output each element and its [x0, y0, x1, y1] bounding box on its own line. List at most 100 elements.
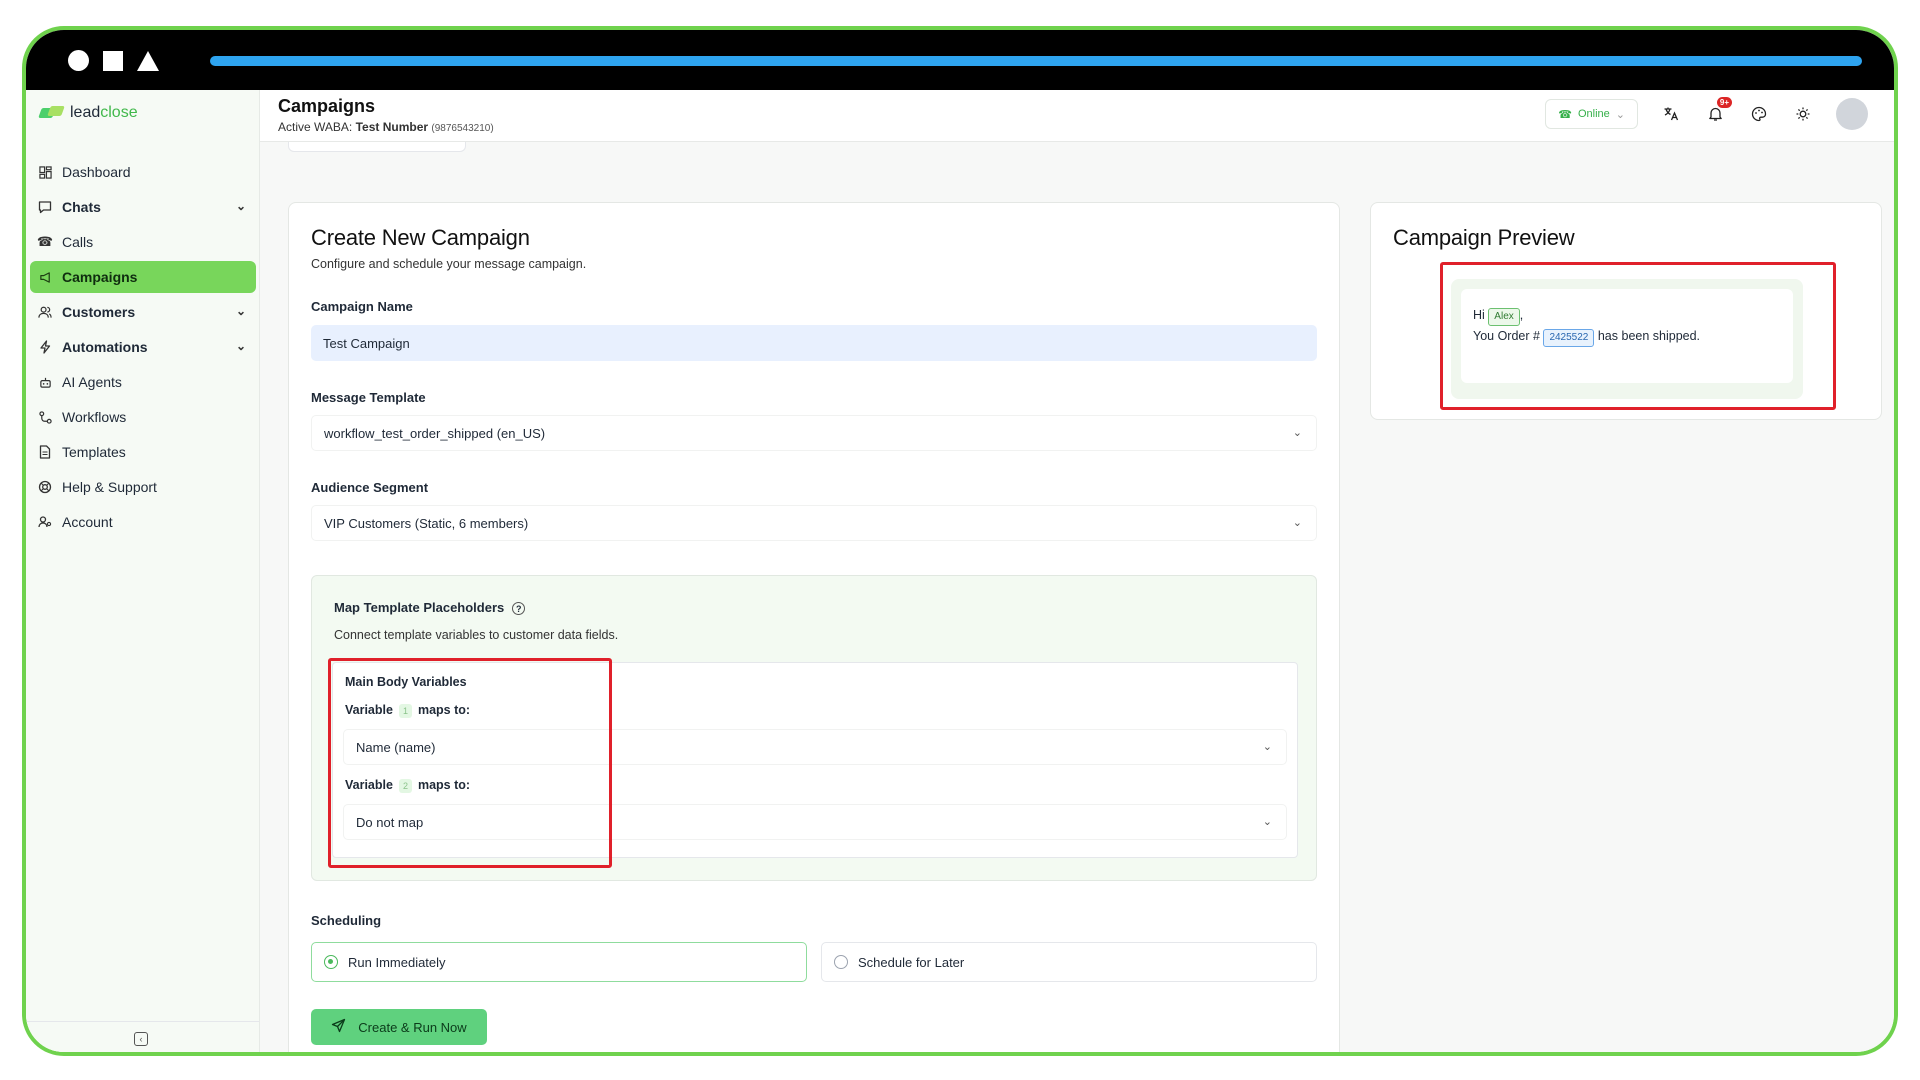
order-variable-chip: 2425522 — [1543, 329, 1595, 347]
phone-icon: ☎ — [36, 234, 54, 249]
sidebar-item-chats[interactable]: Chats ⌄ — [30, 191, 256, 223]
campaign-name-input[interactable]: Test Campaign — [311, 325, 1317, 361]
template-label: Message Template — [311, 390, 426, 405]
users-icon — [38, 305, 52, 319]
message-bubble: Hi Alex, You Order # 2425522 has been sh… — [1461, 289, 1793, 383]
logo[interactable]: leadclose — [40, 104, 138, 122]
chevron-down-icon: ⌄ — [1292, 427, 1302, 439]
comma-text: , — [1519, 308, 1524, 322]
sidebar-item-label: Help & Support — [62, 479, 157, 495]
campaign-preview-card: Campaign Preview Hi Alex, You Order # 24… — [1370, 202, 1882, 420]
variable-1-value: Name (name) — [356, 739, 436, 755]
variable-2-select[interactable]: Do not map ⌄ — [343, 804, 1287, 840]
radio-empty-icon — [834, 955, 848, 969]
help-icon[interactable]: ? — [512, 602, 526, 616]
app-window: leadclose Dashboard Chats ⌄ ☎ Calls Camp… — [26, 90, 1894, 1052]
chevron-down-icon: ⌄ — [235, 304, 246, 318]
sidebar-item-customers[interactable]: Customers ⌄ — [30, 296, 256, 328]
audience-value: VIP Customers (Static, 6 members) — [324, 515, 529, 531]
preview-title: Campaign Preview — [1393, 225, 1575, 250]
map-description: Connect template variables to customer d… — [334, 628, 619, 642]
variable-2-value: Do not map — [356, 814, 424, 830]
variable-2-label: Variable 2 maps to: — [345, 778, 470, 793]
sidebar-item-label: Dashboard — [62, 164, 131, 180]
logo-text-close: close — [100, 104, 138, 121]
order-suffix-text: has been shipped. — [1597, 329, 1701, 343]
form-title: Create New Campaign — [311, 225, 530, 250]
dashboard-icon — [38, 165, 52, 179]
chat-icon — [38, 200, 52, 214]
palette-icon[interactable] — [1748, 103, 1770, 125]
square-icon — [103, 50, 123, 71]
template-value: workflow_test_order_shipped (en_US) — [324, 425, 546, 441]
sidebar-footer-divider — [26, 1021, 259, 1022]
status-label: Online — [1577, 108, 1610, 120]
variable-1-label: Variable 1 maps to: — [345, 703, 470, 718]
sun-icon[interactable] — [1792, 103, 1814, 125]
address-bar[interactable] — [210, 56, 1862, 66]
avatar[interactable] — [1836, 98, 1868, 130]
sidebar-nav: Dashboard Chats ⌄ ☎ Calls Campaigns Cust… — [30, 156, 256, 541]
page-header: Campaigns Active WABA: Test Number (9876… — [260, 90, 1894, 142]
waba-number: (9876543210) — [431, 123, 494, 134]
active-waba: Active WABA: Test Number (9876543210) — [278, 120, 494, 134]
sidebar-item-dashboard[interactable]: Dashboard — [30, 156, 256, 188]
chevron-down-icon: ⌄ — [1262, 816, 1272, 828]
variable-number-badge: 1 — [398, 704, 412, 718]
variable-1-select[interactable]: Name (name) ⌄ — [343, 729, 1287, 765]
triangle-icon — [137, 50, 159, 71]
maps-to-text: maps to: — [417, 778, 471, 792]
sidebar-item-label: Campaigns — [62, 269, 138, 285]
lightning-icon — [38, 340, 52, 354]
greeting-text: Hi — [1473, 308, 1485, 322]
sidebar-item-account[interactable]: Account — [30, 506, 256, 538]
translate-icon[interactable] — [1660, 103, 1682, 125]
map-title-text: Map Template Placeholders — [334, 600, 505, 615]
chevron-down-icon: ⌄ — [235, 199, 246, 213]
campaign-name-label: Campaign Name — [311, 299, 413, 314]
create-run-button[interactable]: Create & Run Now — [311, 1009, 487, 1045]
sidebar-item-ai-agents[interactable]: AI Agents — [30, 366, 256, 398]
document-icon — [38, 445, 52, 459]
variable-word: Variable — [345, 778, 393, 792]
waba-name: Test Number — [355, 120, 429, 134]
body-variables-panel: Main Body Variables Variable 1 maps to: Na… — [332, 662, 1298, 858]
sidebar-item-label: AI Agents — [62, 374, 122, 390]
body-variables-title: Main Body Variables — [345, 675, 467, 689]
sidebar-item-label: Calls — [62, 234, 94, 250]
sidebar-item-label: Chats — [62, 199, 101, 215]
sidebar-item-workflows[interactable]: Workflows — [30, 401, 256, 433]
sidebar-item-calls[interactable]: ☎ Calls — [30, 226, 256, 258]
send-icon — [331, 1018, 346, 1036]
bell-icon[interactable]: 9+ — [1704, 97, 1732, 125]
sidebar-item-campaigns[interactable]: Campaigns — [30, 261, 256, 293]
schedule-later-radio[interactable]: Schedule for Later — [821, 942, 1317, 982]
audience-label: Audience Segment — [311, 480, 429, 495]
sidebar-item-label: Account — [62, 514, 113, 530]
map-title: Map Template Placeholders? — [334, 600, 526, 616]
page-title: Campaigns — [278, 96, 376, 116]
sidebar-item-templates[interactable]: Templates — [30, 436, 256, 468]
notification-badge: 9+ — [1716, 97, 1732, 108]
device-frame: leadclose Dashboard Chats ⌄ ☎ Calls Camp… — [22, 26, 1898, 1056]
scheduling-label: Scheduling — [311, 913, 382, 928]
campaign-name-value: Test Campaign — [323, 335, 410, 351]
phone-icon: ☎ — [1558, 108, 1572, 121]
account-icon — [38, 515, 52, 529]
template-select[interactable]: workflow_test_order_shipped (en_US) ⌄ — [311, 415, 1317, 451]
sidebar-item-automations[interactable]: Automations ⌄ — [30, 331, 256, 363]
run-immediately-radio[interactable]: Run Immediately — [311, 942, 807, 982]
lifebuoy-icon — [38, 480, 52, 494]
circle-icon — [68, 50, 89, 71]
tab-strip — [288, 142, 466, 152]
chevron-down-icon: ⌄ — [1292, 517, 1302, 529]
audience-select[interactable]: VIP Customers (Static, 6 members) ⌄ — [311, 505, 1317, 541]
collapse-sidebar-icon[interactable]: ‹ — [134, 1032, 148, 1046]
schedule-later-label: Schedule for Later — [858, 954, 965, 970]
run-immediately-label: Run Immediately — [348, 954, 446, 970]
chevron-down-icon: ⌄ — [1615, 108, 1625, 121]
status-dropdown[interactable]: ☎ Online ⌄ — [1545, 99, 1638, 129]
placeholder-mapping-panel: Map Template Placeholders? Connect templ… — [311, 575, 1317, 881]
sidebar-item-help-support[interactable]: Help & Support — [30, 471, 256, 503]
sidebar-item-label: Customers — [62, 304, 136, 320]
